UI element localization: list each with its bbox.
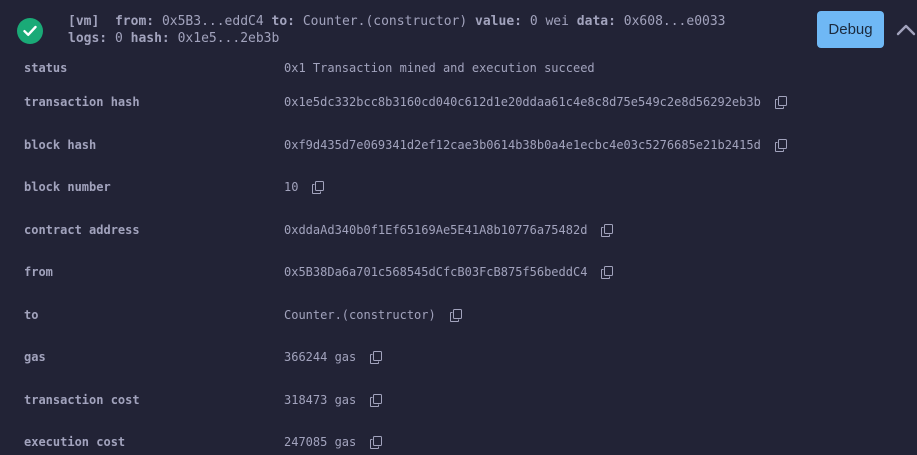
detail-label: transaction cost	[24, 393, 140, 407]
detail-value-wrap: 0x1 Transaction mined and execution succ…	[284, 61, 595, 75]
detail-row-gas: gas 366244 gas	[0, 347, 917, 367]
detail-row-contract-address: contract address 0xddaAd340b0f1Ef65169Ae…	[0, 220, 917, 240]
checkmark-icon	[23, 25, 37, 36]
detail-label: gas	[24, 350, 46, 364]
copy-icon[interactable]	[312, 180, 325, 194]
detail-label: status	[24, 61, 68, 75]
transaction-summary: [vm] from: 0x5B3...eddC4 to: Counter.(co…	[68, 13, 798, 47]
logs-label: logs:	[68, 31, 108, 46]
from-value: 0x5B3...eddC4	[161, 14, 264, 29]
detail-row-transaction-cost: transaction cost 318473 gas	[0, 390, 917, 410]
to-value: Counter.(constructor)	[302, 14, 468, 29]
copy-icon[interactable]	[601, 223, 614, 237]
hash-value: 0x1e5...2eb3b	[177, 31, 280, 46]
from-label: from:	[114, 14, 155, 29]
value-value: 0 wei	[529, 14, 569, 29]
value-label: value:	[475, 14, 522, 29]
summary-line-2: logs: 0 hash: 0x1e5...2eb3b	[68, 30, 798, 47]
detail-value: 0x1 Transaction mined and execution succ…	[284, 61, 595, 75]
copy-icon[interactable]	[774, 95, 787, 109]
detail-value-wrap: 247085 gas	[284, 435, 383, 449]
detail-label: contract address	[24, 223, 140, 237]
transaction-header[interactable]: [vm] from: 0x5B3...eddC4 to: Counter.(co…	[0, 0, 917, 58]
detail-value: 247085 gas	[284, 435, 357, 449]
detail-value-wrap: 10	[284, 180, 325, 194]
detail-value-wrap: 0x5B38Da6a701c568545dCfcB03FcB875f56bedd…	[284, 265, 614, 279]
detail-row-block-hash: block hash 0xf9d435d7e069341d2ef12cae3b0…	[0, 135, 917, 155]
copy-icon[interactable]	[370, 435, 383, 449]
copy-icon[interactable]	[370, 350, 383, 364]
detail-value-wrap: 318473 gas	[284, 393, 383, 407]
detail-row-from: from 0x5B38Da6a701c568545dCfcB03FcB875f5…	[0, 262, 917, 282]
detail-value: 0xf9d435d7e069341d2ef12cae3b0614b38b0a4e…	[284, 138, 761, 152]
detail-value-wrap: 0xf9d435d7e069341d2ef12cae3b0614b38b0a4e…	[284, 138, 787, 152]
detail-value-wrap: 0xddaAd340b0f1Ef65169Ae5E41A8b10776a7548…	[284, 223, 614, 237]
detail-value: 0x1e5dc332bcc8b3160cd040c612d1e20ddaa61c…	[284, 95, 761, 109]
chevron-up-icon[interactable]	[894, 18, 917, 42]
hash-label: hash:	[130, 31, 170, 46]
detail-value: 318473 gas	[284, 393, 357, 407]
debug-button[interactable]: Debug	[817, 11, 884, 48]
detail-value: Counter.(constructor)	[284, 308, 436, 322]
detail-label: execution cost	[24, 435, 126, 449]
detail-value: 366244 gas	[284, 350, 357, 364]
env-tag: [vm]	[68, 14, 100, 29]
check-circle-icon	[17, 18, 43, 44]
logs-value: 0	[114, 31, 123, 46]
data-value: 0x608...e0033	[623, 14, 726, 29]
detail-label: from	[24, 265, 53, 279]
detail-row-status: status 0x1 Transaction mined and executi…	[0, 58, 917, 78]
detail-value-wrap: 0x1e5dc332bcc8b3160cd040c612d1e20ddaa61c…	[284, 95, 787, 109]
copy-icon[interactable]	[601, 265, 614, 279]
copy-icon[interactable]	[449, 308, 462, 322]
detail-label: transaction hash	[24, 95, 140, 109]
summary-line-1: [vm] from: 0x5B3...eddC4 to: Counter.(co…	[68, 13, 798, 30]
detail-row-transaction-hash: transaction hash 0x1e5dc332bcc8b3160cd04…	[0, 92, 917, 112]
detail-value-wrap: 366244 gas	[284, 350, 383, 364]
detail-value-wrap: Counter.(constructor)	[284, 308, 462, 322]
detail-value: 0xddaAd340b0f1Ef65169Ae5E41A8b10776a7548…	[284, 223, 588, 237]
to-label: to:	[271, 14, 295, 29]
detail-label: block number	[24, 180, 111, 194]
detail-label: to	[24, 308, 39, 322]
detail-row-block-number: block number 10	[0, 177, 917, 197]
copy-icon[interactable]	[370, 393, 383, 407]
detail-row-to: to Counter.(constructor)	[0, 305, 917, 325]
data-label: data:	[576, 14, 616, 29]
detail-value: 10	[284, 180, 299, 194]
detail-label: block hash	[24, 138, 97, 152]
detail-row-execution-cost: execution cost 247085 gas	[0, 432, 917, 452]
copy-icon[interactable]	[774, 138, 787, 152]
detail-value: 0x5B38Da6a701c568545dCfcB03FcB875f56bedd…	[284, 265, 588, 279]
